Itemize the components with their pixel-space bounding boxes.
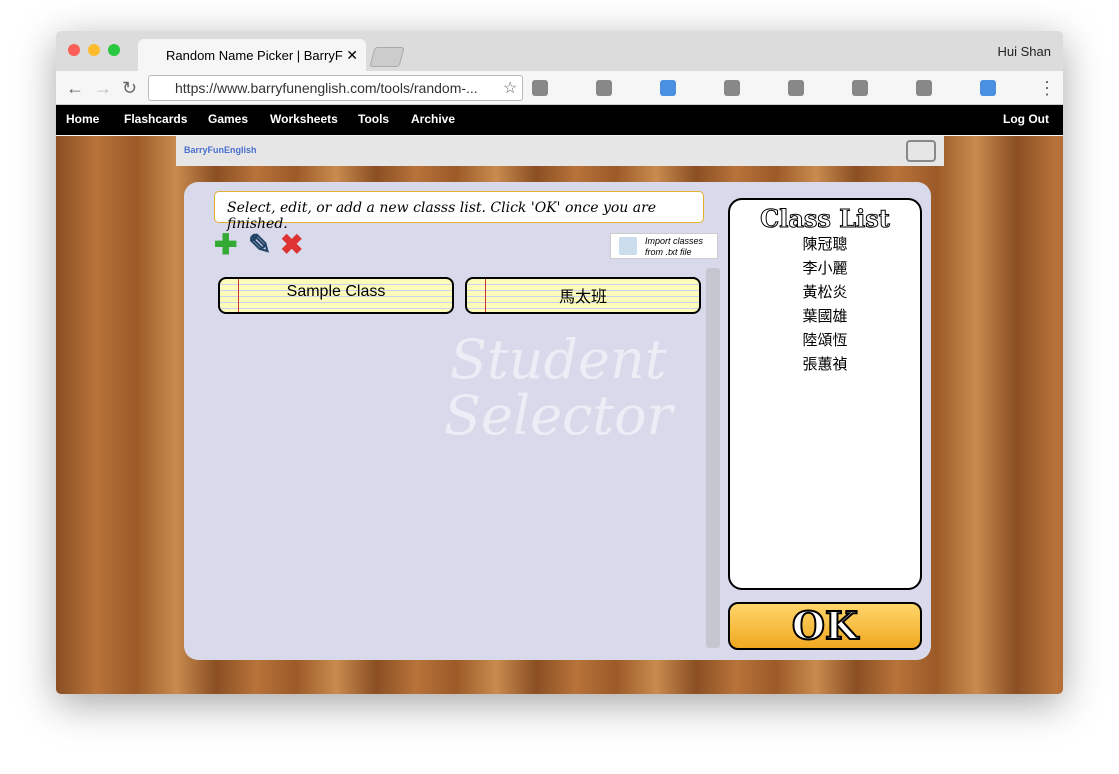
class-card[interactable]: Sample Class — [218, 277, 454, 314]
close-window-button[interactable] — [68, 44, 80, 56]
class-card[interactable]: 馬太班 — [465, 277, 701, 314]
student-name: 黃松炎 — [802, 284, 848, 301]
extension-icon[interactable] — [788, 80, 804, 96]
extension-icon[interactable] — [596, 80, 612, 96]
background-title: Student Selector — [444, 332, 672, 444]
import-label: Import classes from .txt file — [645, 236, 704, 257]
menu-home[interactable]: Home — [66, 112, 99, 126]
extension-icon[interactable] — [724, 80, 740, 96]
minimize-window-button[interactable] — [88, 44, 100, 56]
logout-link[interactable]: Log Out — [1003, 112, 1049, 126]
address-toolbar: ← → ↻ https://www.barryfunenglish.com/to… — [56, 71, 1063, 105]
student-name: 李小麗 — [802, 260, 848, 277]
forward-icon[interactable]: → — [94, 78, 112, 99]
edit-class-icon[interactable]: ✎ — [248, 228, 271, 261]
extension-icon[interactable] — [852, 80, 868, 96]
background-word: Selector — [444, 384, 673, 447]
delete-class-icon[interactable]: ✖ — [280, 228, 303, 261]
site-menu: Home Flashcards Games Worksheets Tools A… — [56, 105, 1063, 135]
extension-icon[interactable] — [916, 80, 932, 96]
logo: BarryFunEnglish — [184, 145, 257, 155]
browser-menu-icon[interactable]: ⋮ — [1038, 78, 1056, 99]
app-header: BarryFunEnglish — [176, 136, 944, 166]
import-button[interactable]: Import classes from .txt file — [610, 233, 718, 259]
extension-icon[interactable] — [660, 80, 676, 96]
tab-bar: Random Name Picker | BarryF ✕ Hui Shan — [56, 31, 1063, 71]
instruction-text: Select, edit, or add a new classs list. … — [214, 191, 704, 232]
browser-tab[interactable]: Random Name Picker | BarryF ✕ — [138, 39, 366, 71]
import-file-icon — [619, 237, 637, 255]
menu-tools[interactable]: Tools — [358, 112, 389, 126]
extension-icon[interactable] — [980, 80, 996, 96]
back-icon[interactable]: ← — [66, 78, 84, 99]
class-select-panel: Select, edit, or add a new classs list. … — [184, 182, 931, 660]
url-bar[interactable]: https://www.barryfunenglish.com/tools/ra… — [148, 75, 523, 101]
add-class-icon[interactable]: ✚ — [214, 228, 237, 261]
bookmark-star-icon[interactable]: ☆ — [503, 78, 517, 98]
reload-icon[interactable]: ↻ — [122, 78, 137, 99]
student-name: 張蕙禎 — [802, 356, 848, 373]
browser-window: Random Name Picker | BarryF ✕ Hui Shan ← … — [56, 31, 1063, 694]
profile-name[interactable]: Hui Shan — [998, 44, 1051, 59]
student-name: 陳冠聰 — [802, 236, 848, 253]
menu-flashcards[interactable]: Flashcards — [124, 112, 187, 126]
close-tab-icon[interactable]: ✕ — [346, 47, 358, 64]
ok-button[interactable]: OK — [728, 602, 922, 650]
fullscreen-icon[interactable] — [906, 140, 936, 162]
url-text: https://www.barryfunenglish.com/tools/ra… — [175, 80, 478, 96]
background-word: Student — [449, 328, 667, 391]
class-list-box: Class List 陳冠聰 李小麗 黃松炎 葉國雄 陸頌恆 張蕙禎 — [728, 198, 922, 590]
scrollbar[interactable] — [706, 268, 720, 648]
new-tab-button[interactable] — [369, 47, 405, 67]
menu-worksheets[interactable]: Worksheets — [270, 112, 338, 126]
menu-games[interactable]: Games — [208, 112, 248, 126]
tab-title: Random Name Picker | BarryF — [166, 48, 343, 63]
menu-archive[interactable]: Archive — [411, 112, 455, 126]
zoom-window-button[interactable] — [108, 44, 120, 56]
extension-icon[interactable] — [532, 80, 548, 96]
app-stage: BarryFunEnglish Select, edit, or add a n… — [56, 136, 1063, 694]
student-name: 陸頌恆 — [802, 332, 848, 349]
class-list-title: Class List — [760, 204, 891, 234]
student-name: 葉國雄 — [802, 308, 848, 325]
